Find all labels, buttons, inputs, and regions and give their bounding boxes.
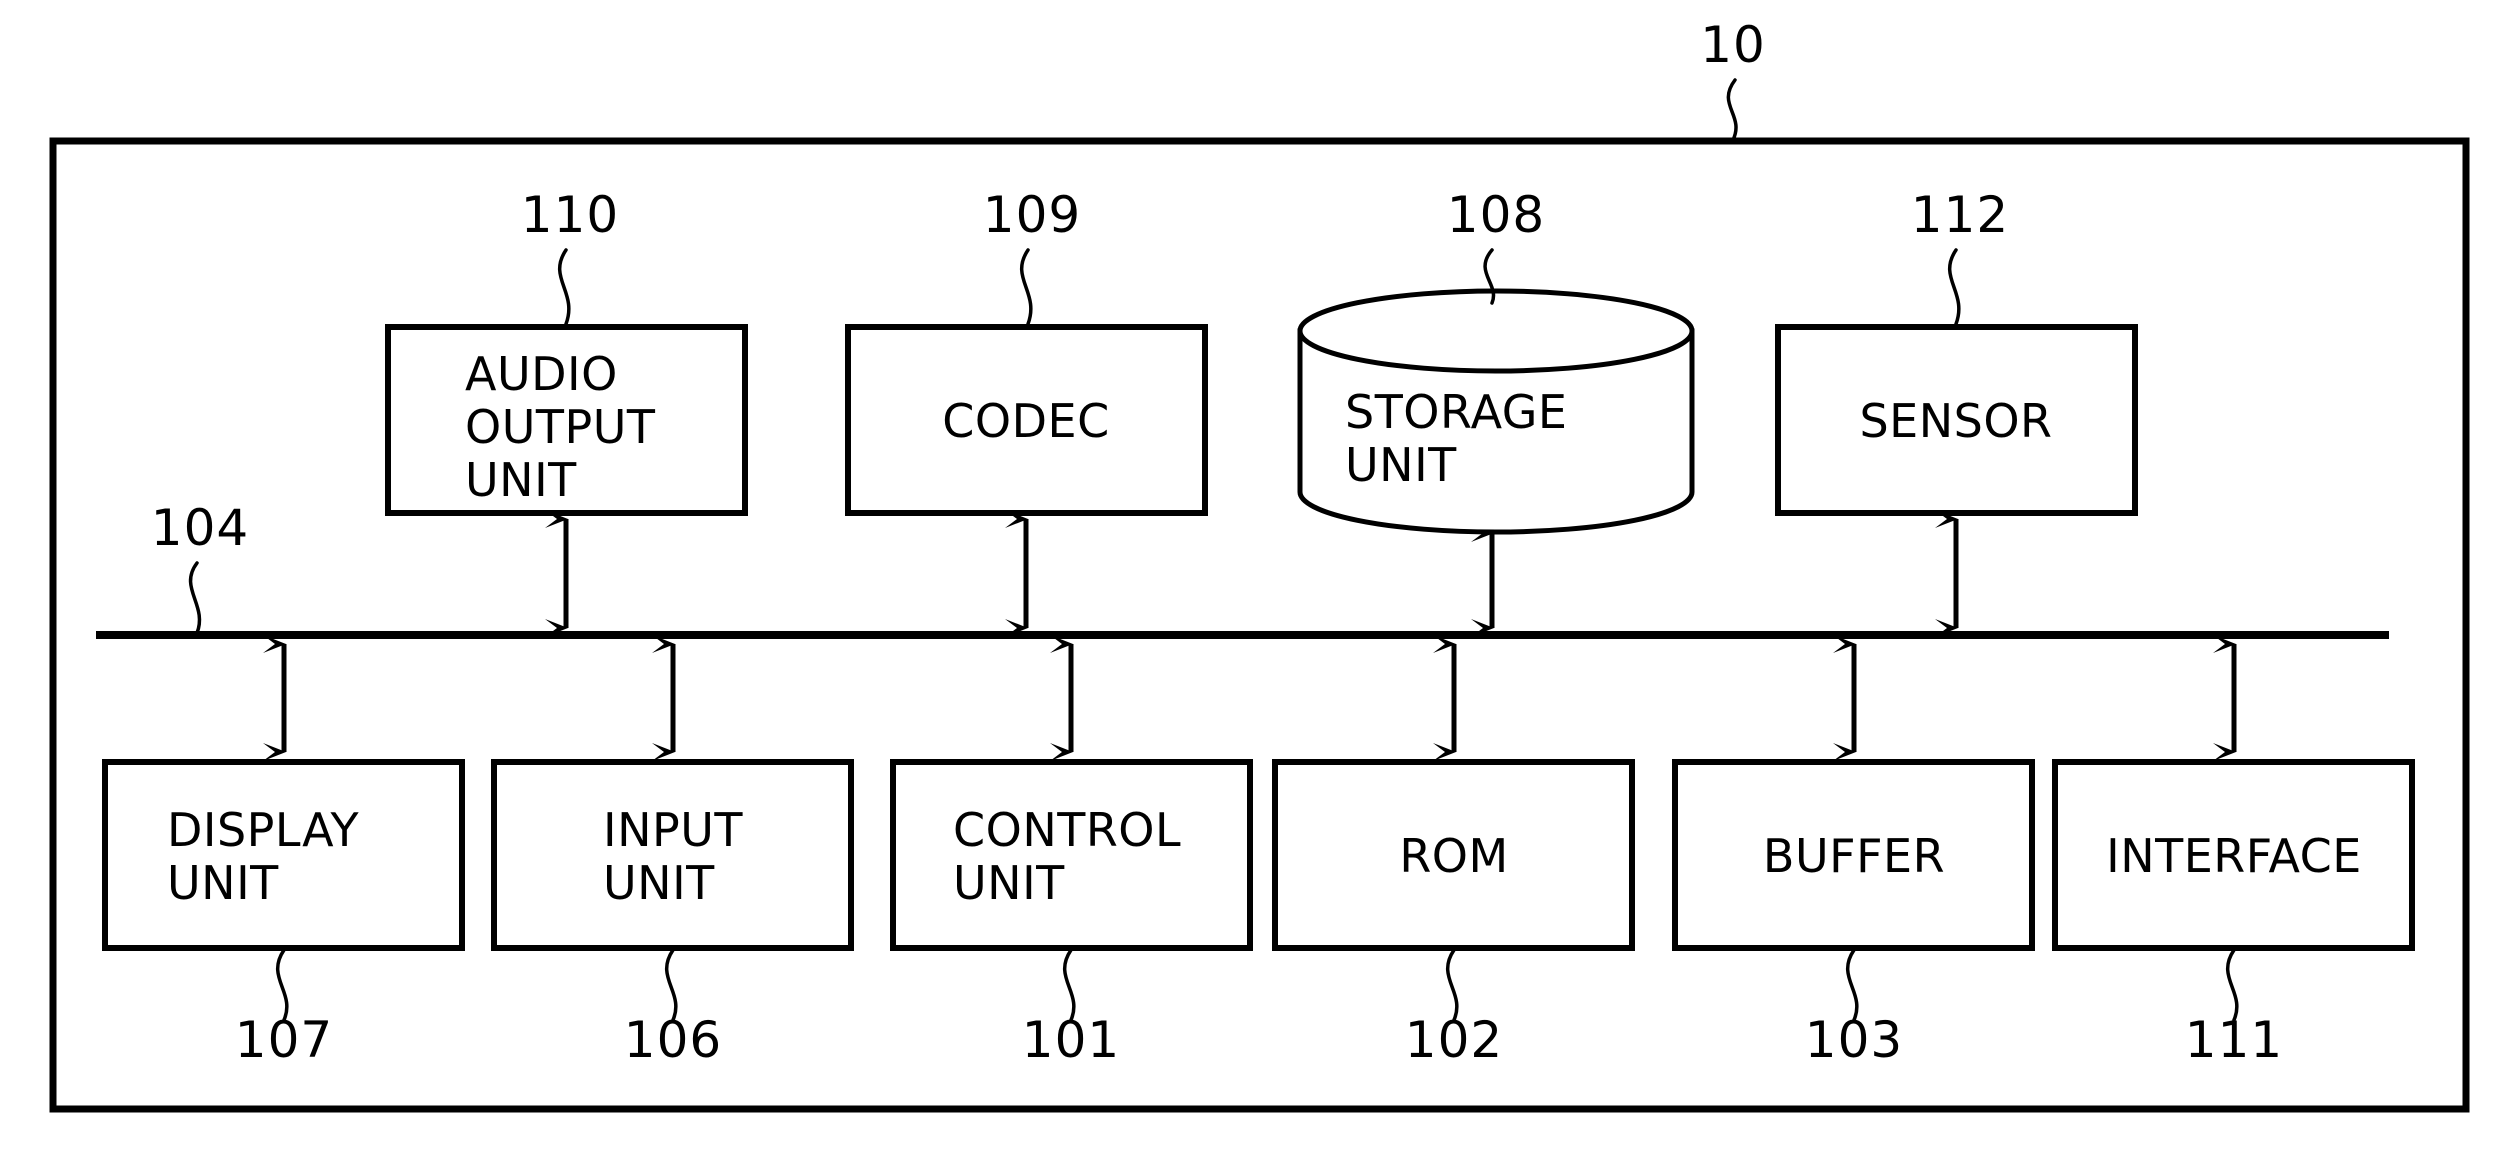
diagram-canvas: AUDIO OUTPUT UNIT CODEC STORAGE UNIT SEN… bbox=[49, 16, 2470, 1113]
ref-num-system: 10 bbox=[1700, 16, 1766, 74]
block-label-interface: INTERFACE bbox=[2106, 829, 2362, 883]
ref-num-audio-output-unit: 110 bbox=[521, 186, 619, 244]
block-label-audio-output-unit-line-2: OUTPUT bbox=[465, 400, 656, 454]
block-label-rom: ROM bbox=[1399, 829, 1508, 883]
leader-line-audio-output-unit bbox=[557, 248, 571, 326]
apparatus-boundary bbox=[49, 137, 2470, 1113]
block-label-codec: CODEC bbox=[942, 394, 1109, 448]
leader-line-display-unit bbox=[276, 948, 289, 1022]
leader-line-system bbox=[1726, 78, 1738, 142]
block-label-audio-output-unit-line-1: AUDIO bbox=[465, 347, 618, 401]
block-label-storage-unit-line-1: STORAGE bbox=[1345, 385, 1567, 439]
leader-line-codec bbox=[1019, 248, 1033, 326]
block-label-sensor: SENSOR bbox=[1859, 394, 2052, 448]
ref-num-display-unit: 107 bbox=[235, 1011, 333, 1069]
leader-line-interface bbox=[2226, 948, 2239, 1022]
block-label-control-unit-line-1: CONTROL bbox=[953, 803, 1181, 857]
ref-num-bus: 104 bbox=[151, 499, 249, 557]
ref-num-storage-unit: 108 bbox=[1447, 186, 1545, 244]
leader-line-input-unit bbox=[665, 948, 678, 1022]
ref-num-sensor: 112 bbox=[1911, 186, 2009, 244]
block-label-control-unit-line-2: UNIT bbox=[953, 856, 1065, 910]
block-label-buffer: BUFFER bbox=[1763, 829, 1945, 883]
ref-num-buffer: 103 bbox=[1805, 1011, 1903, 1069]
block-label-display-unit-line-1: DISPLAY bbox=[167, 803, 360, 857]
patent-figure: AUDIO OUTPUT UNIT CODEC STORAGE UNIT SEN… bbox=[0, 0, 2511, 1162]
leader-line-control-unit bbox=[1063, 948, 1076, 1022]
block-label-input-unit-line-1: INPUT bbox=[603, 803, 743, 857]
leader-line-buffer bbox=[1846, 948, 1859, 1022]
ref-num-input-unit: 106 bbox=[624, 1011, 722, 1069]
block-label-audio-output-unit-line-3: UNIT bbox=[465, 453, 577, 507]
block-label-input-unit-line-2: UNIT bbox=[603, 856, 715, 910]
block-label-storage-unit-line-2: UNIT bbox=[1345, 438, 1457, 492]
ref-num-codec: 109 bbox=[983, 186, 1081, 244]
ref-num-control-unit: 101 bbox=[1022, 1011, 1120, 1069]
block-label-display-unit-line-2: UNIT bbox=[167, 856, 279, 910]
ref-num-rom: 102 bbox=[1405, 1011, 1503, 1069]
leader-line-bus bbox=[188, 561, 202, 635]
leader-line-sensor bbox=[1947, 248, 1961, 326]
ref-num-interface: 111 bbox=[2185, 1011, 2283, 1069]
leader-line-rom bbox=[1446, 948, 1459, 1022]
